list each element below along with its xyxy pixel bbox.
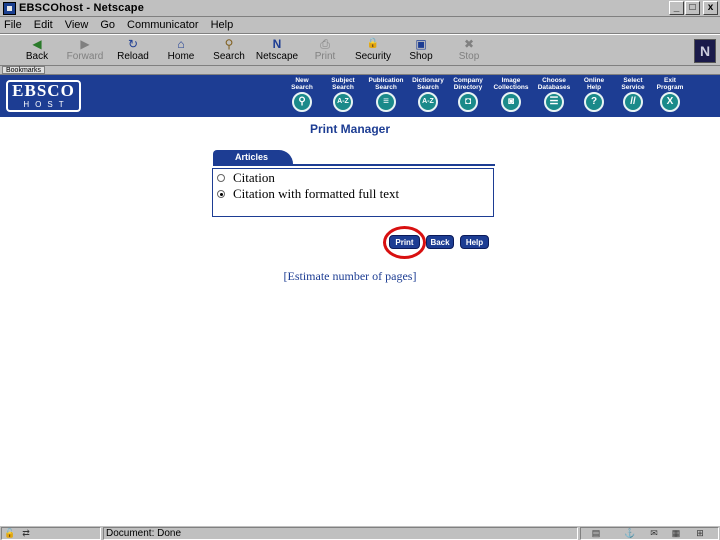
window-titlebar: EBSCOhost - Netscape _ □ x bbox=[0, 0, 720, 17]
security-lock-icon: 🔓 bbox=[4, 528, 16, 538]
composer-icon[interactable]: ▦ bbox=[670, 528, 682, 538]
company-icon: ◘ bbox=[458, 92, 478, 112]
menu-file[interactable]: File bbox=[4, 19, 22, 31]
tab-underline bbox=[213, 164, 495, 166]
window-title: EBSCOhost - Netscape bbox=[19, 2, 145, 14]
camera-icon: ◙ bbox=[501, 92, 521, 112]
citation-radio[interactable] bbox=[217, 174, 225, 182]
help-button-main[interactable]: Help bbox=[460, 235, 489, 249]
ebsco-header: EBSCO HOST New Search ⚲ Subject Search A… bbox=[0, 75, 720, 117]
print-button[interactable]: ⎙ Print bbox=[302, 37, 348, 65]
print-icon: ⎙ bbox=[320, 37, 330, 51]
reload-button[interactable]: ↻ Reload bbox=[110, 37, 156, 65]
databases-icon: ☰ bbox=[544, 92, 564, 112]
nav-online-help[interactable]: Online Help ? bbox=[572, 77, 616, 112]
dictionary-az-icon: A-Z bbox=[418, 92, 438, 112]
magnifier-icon: ⚲ bbox=[292, 92, 312, 112]
nav-company-directory[interactable]: Company Directory ◘ bbox=[446, 77, 490, 112]
nav-subject-search[interactable]: Subject Search A-Z bbox=[321, 77, 365, 112]
back-button[interactable]: ◀ Back bbox=[14, 37, 60, 65]
status-text: Document: Done bbox=[106, 528, 182, 539]
tab-articles[interactable]: Articles bbox=[213, 150, 293, 165]
menu-communicator[interactable]: Communicator bbox=[127, 19, 199, 31]
maximize-button[interactable]: □ bbox=[685, 1, 700, 15]
menu-view[interactable]: View bbox=[65, 19, 89, 31]
shop-icon: ▣ bbox=[415, 37, 427, 51]
shop-button[interactable]: ▣ Shop bbox=[398, 37, 444, 65]
netscape-throbber-icon: N bbox=[694, 39, 716, 63]
nav-exit-program[interactable]: Exit Program X bbox=[648, 77, 692, 112]
search-button[interactable]: ⚲ Search bbox=[206, 37, 252, 65]
ebsco-logo: EBSCO HOST bbox=[6, 80, 81, 112]
stop-icon: ✖ bbox=[463, 37, 475, 51]
page-title: Print Manager bbox=[309, 122, 390, 136]
lock-icon: 🔒 bbox=[366, 38, 380, 49]
netscape-icon: N bbox=[272, 37, 282, 51]
nav-new-search[interactable]: New Search ⚲ bbox=[280, 77, 324, 112]
print-options-box: Citation Citation with formatted full te… bbox=[212, 168, 494, 217]
navigation-toolbar: ◀ Back ▶ Forward ↻ Reload ⌂ Home ⚲ Searc… bbox=[0, 34, 720, 66]
back-arrow-icon: ◀ bbox=[32, 37, 42, 51]
connection-icon: ⇄ bbox=[22, 528, 30, 538]
option-citation-full-text[interactable]: Citation with formatted full text bbox=[217, 186, 399, 202]
nav-dictionary-search[interactable]: Dictionary Search A-Z bbox=[406, 77, 450, 112]
nav-choose-databases[interactable]: Choose Databases ☰ bbox=[532, 77, 576, 112]
citation-full-text-radio[interactable] bbox=[217, 190, 225, 198]
window-controls: _ □ x bbox=[669, 1, 718, 15]
option-citation[interactable]: Citation bbox=[217, 170, 275, 186]
service-icon: // bbox=[623, 92, 643, 112]
location-bar: Bookmarks bbox=[0, 66, 720, 75]
question-icon: ? bbox=[584, 92, 604, 112]
close-button[interactable]: x bbox=[703, 1, 718, 15]
minimize-button[interactable]: _ bbox=[669, 1, 684, 15]
forward-button[interactable]: ▶ Forward bbox=[62, 37, 108, 65]
menu-bar: File Edit View Go Communicator Help bbox=[0, 17, 720, 34]
status-bar: 🔓 ⇄ Document: Done ▤ ⚓ ✉ ▦ ⊞ bbox=[0, 525, 720, 540]
progress-icon: ▤ bbox=[591, 528, 601, 538]
security-button[interactable]: 🔒 Security bbox=[350, 37, 396, 65]
nav-image-collections[interactable]: Image Collections ◙ bbox=[489, 77, 533, 112]
search-icon: ⚲ bbox=[224, 37, 234, 51]
netscape-button[interactable]: N Netscape bbox=[254, 37, 300, 65]
stop-button[interactable]: ✖ Stop bbox=[446, 37, 492, 65]
netscape-app-icon bbox=[3, 1, 16, 15]
menu-edit[interactable]: Edit bbox=[34, 19, 53, 31]
highlight-circle bbox=[383, 226, 426, 259]
estimate-pages-link[interactable]: [Estimate number of pages] bbox=[270, 269, 430, 284]
navigator-icon[interactable]: ⚓ bbox=[624, 528, 636, 538]
menu-help[interactable]: Help bbox=[211, 19, 234, 31]
back-button-main[interactable]: Back bbox=[426, 235, 454, 249]
nav-publication-search[interactable]: Publication Search ≡ bbox=[364, 77, 408, 112]
bookmarks-tab[interactable]: Bookmarks bbox=[2, 66, 46, 74]
reload-icon: ↻ bbox=[127, 37, 139, 51]
home-button[interactable]: ⌂ Home bbox=[158, 37, 204, 65]
mail-icon[interactable]: ✉ bbox=[648, 528, 660, 538]
menu-go[interactable]: Go bbox=[100, 19, 115, 31]
status-security-segment bbox=[1, 527, 101, 540]
book-icon: ≡ bbox=[376, 92, 396, 112]
home-icon: ⌂ bbox=[177, 37, 185, 51]
forward-arrow-icon: ▶ bbox=[80, 37, 90, 51]
az-icon: A-Z bbox=[333, 92, 353, 112]
exit-x-icon: X bbox=[660, 92, 680, 112]
component-bar-icon[interactable]: ⊞ bbox=[694, 528, 706, 538]
